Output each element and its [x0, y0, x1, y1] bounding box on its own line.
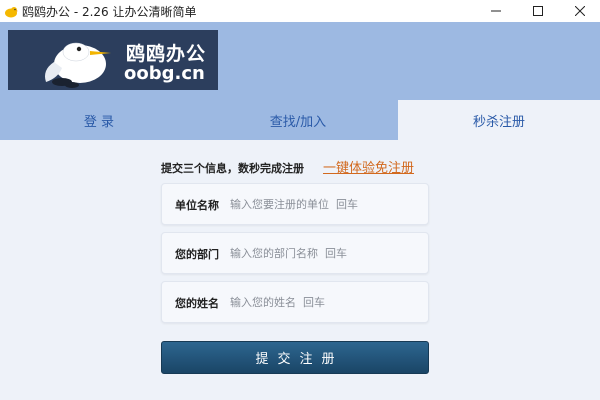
department-label: 您的部门 — [175, 248, 219, 261]
your-name-field: 您的姓名 — [161, 281, 429, 323]
info-text: 提交三个信息，数秒完成注册 — [161, 162, 304, 175]
submit-register-button[interactable]: 提交注册 — [161, 341, 429, 374]
title-bar: 鸥鸥办公 - 2.26 让办公清晰简单 — [0, 0, 600, 22]
logo: 鸥鸥办公 oobg.cn — [8, 30, 218, 90]
seagull-mascot — [45, 42, 111, 88]
department-field: 您的部门 — [161, 232, 429, 274]
logo-domain: oobg.cn — [124, 63, 205, 84]
unit-name-input[interactable] — [230, 193, 422, 215]
try-without-register-link[interactable]: 一键体验免注册 — [323, 157, 414, 176]
maximize-button[interactable] — [518, 0, 558, 22]
header-band: 鸥鸥办公 oobg.cn — [0, 22, 600, 100]
unit-name-field: 单位名称 — [161, 183, 429, 225]
tab-bar: 登 录 查找/加入 秒杀注册 — [0, 100, 600, 140]
close-button[interactable] — [560, 0, 600, 22]
tab-login[interactable]: 登 录 — [0, 100, 198, 140]
minimize-button[interactable] — [476, 0, 516, 22]
tab-find-join[interactable]: 查找/加入 — [198, 100, 398, 140]
maximize-icon — [533, 6, 543, 16]
your-name-label: 您的姓名 — [175, 297, 219, 310]
close-icon — [575, 6, 585, 16]
unit-name-label: 单位名称 — [175, 199, 219, 212]
register-panel: 提交三个信息，数秒完成注册 一键体验免注册 单位名称 您的部门 您的姓名 提交注… — [0, 140, 600, 400]
bird-icon — [4, 4, 18, 18]
tab-quick-register[interactable]: 秒杀注册 — [398, 100, 600, 140]
minimize-icon — [491, 10, 501, 12]
window-title: 鸥鸥办公 - 2.26 让办公清晰简单 — [22, 5, 197, 19]
logo-name: 鸥鸥办公 — [126, 43, 207, 65]
department-input[interactable] — [230, 242, 422, 264]
your-name-input[interactable] — [230, 291, 422, 313]
